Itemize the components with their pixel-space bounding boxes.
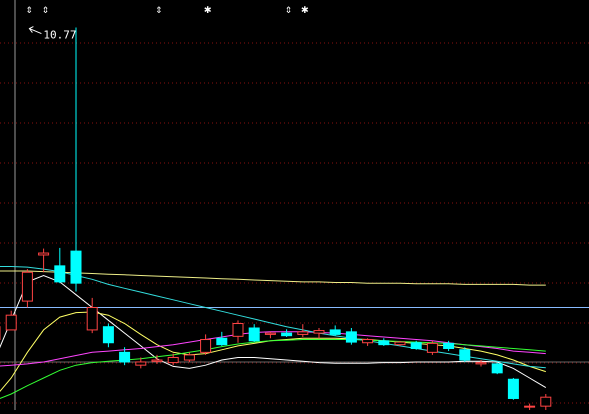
candle-body: [216, 337, 228, 346]
candle-body: [362, 339, 374, 344]
candle-body: [232, 323, 244, 337]
candle-body: [21, 271, 33, 302]
candle-body: [313, 330, 325, 334]
candle-body: [119, 351, 131, 363]
candle-body: [167, 356, 179, 364]
chart-canvas[interactable]: 10.77 ⇕ ⇕ ⇕ ✱ ⇕ ✱: [0, 0, 589, 410]
candle-body: [491, 363, 503, 374]
candle-body: [524, 405, 536, 408]
event-marker-icon: ✱: [204, 2, 211, 16]
candle-body: [507, 378, 519, 399]
candle-body: [54, 265, 66, 283]
candle-body: [5, 314, 17, 331]
candle-body: [297, 331, 309, 335]
candle-body: [135, 361, 147, 366]
candle-body: [540, 396, 552, 407]
event-marker-icon: ⇕: [155, 2, 162, 16]
candle-body: [426, 342, 438, 353]
candle-body: [345, 331, 357, 343]
candle-body: [394, 341, 406, 346]
chart-background: [0, 0, 589, 410]
event-marker-icon: ⇕: [26, 2, 33, 16]
event-marker-icon: ✱: [301, 2, 308, 16]
candle-body: [102, 326, 114, 344]
candle-body: [38, 252, 50, 256]
candlestick-chart[interactable]: 10.77 ⇕ ⇕ ⇕ ✱ ⇕ ✱: [0, 0, 589, 410]
candle-body: [329, 329, 341, 335]
candle-body: [70, 250, 82, 284]
candle-body: [183, 354, 195, 361]
candle-body: [281, 332, 293, 337]
candle-body: [378, 340, 390, 346]
candle-body: [151, 359, 163, 362]
candle-body: [264, 332, 276, 335]
event-marker-icon: ⇕: [285, 2, 292, 16]
candle-body: [443, 342, 455, 349]
candle-body: [86, 307, 98, 331]
candle-body: [200, 339, 212, 353]
candle-body: [410, 342, 422, 349]
annotation-label: 10.77: [43, 29, 76, 42]
event-marker-icon: ⇕: [42, 2, 49, 16]
candle-body: [459, 349, 471, 361]
candle-body: [248, 327, 260, 342]
candle-body: [475, 362, 487, 365]
